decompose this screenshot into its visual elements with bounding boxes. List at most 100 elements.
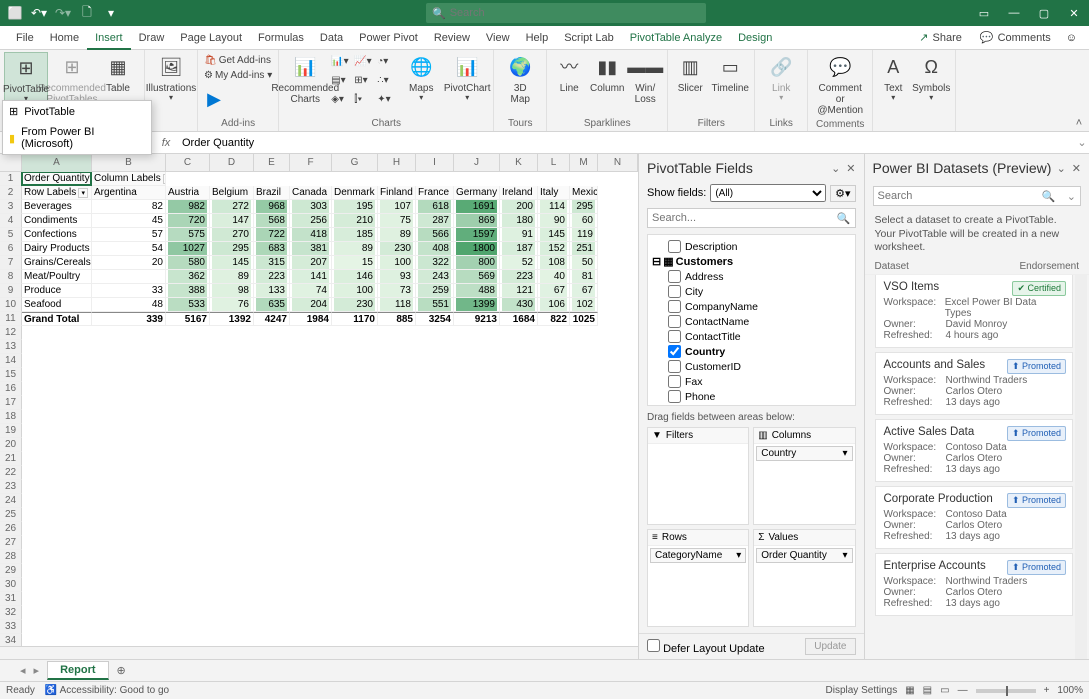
zoom-slider[interactable]: [976, 689, 1036, 693]
zoom-in[interactable]: +: [1044, 685, 1050, 696]
ptf-search-input[interactable]: [652, 212, 811, 224]
dataset-card[interactable]: VSO Items ✔ Certified Workspace:Excel Po…: [875, 275, 1074, 348]
cell[interactable]: 683: [254, 242, 290, 256]
cell[interactable]: 1684: [500, 312, 538, 326]
cell[interactable]: 295: [570, 200, 598, 214]
row-header-9[interactable]: 9: [0, 284, 22, 298]
cell[interactable]: 272: [210, 200, 254, 214]
cell[interactable]: 121: [500, 284, 538, 298]
sparkline-winloss[interactable]: ▬▬Win/ Loss: [627, 52, 663, 107]
field-fax[interactable]: [668, 375, 681, 388]
cell[interactable]: 15: [332, 256, 378, 270]
cell[interactable]: Canada: [290, 186, 332, 200]
cell[interactable]: 33: [92, 284, 166, 298]
field-contacttitle[interactable]: [668, 330, 681, 343]
cell[interactable]: 1597: [454, 228, 500, 242]
cell[interactable]: 569: [454, 270, 500, 284]
tab-home[interactable]: Home: [42, 26, 87, 50]
chart-pie[interactable]: ◔▾: [375, 52, 397, 70]
chart-scatter[interactable]: ∴▾: [375, 71, 397, 89]
row-header-34[interactable]: 34: [0, 634, 22, 648]
chart-line[interactable]: 📈▾: [352, 52, 374, 70]
cell[interactable]: Finland: [378, 186, 416, 200]
col-header-C[interactable]: C: [166, 154, 210, 172]
cell[interactable]: 89: [210, 270, 254, 284]
col-header-I[interactable]: I: [416, 154, 454, 172]
cell[interactable]: 119: [570, 228, 598, 242]
tab-script[interactable]: Script Lab: [556, 26, 622, 50]
illustrations-button[interactable]: 🖼Illustrations▾: [149, 52, 193, 105]
cell[interactable]: Condiments: [22, 214, 92, 228]
new-file-button[interactable]: 🗋: [76, 2, 98, 24]
cell[interactable]: 315: [254, 256, 290, 270]
cell[interactable]: 75: [378, 214, 416, 228]
cell[interactable]: Column Labels▾: [92, 172, 166, 186]
cell[interactable]: 82: [92, 200, 166, 214]
tab-layout[interactable]: Page Layout: [172, 26, 250, 50]
col-header-E[interactable]: E: [254, 154, 290, 172]
cell[interactable]: 243: [416, 270, 454, 284]
col-header-N[interactable]: N: [598, 154, 638, 172]
maps-button[interactable]: 🌐Maps▾: [399, 52, 443, 105]
formula-expand[interactable]: ⌄: [1075, 136, 1089, 149]
cell[interactable]: 533: [166, 298, 210, 312]
cell[interactable]: 230: [332, 298, 378, 312]
cell[interactable]: 1027: [166, 242, 210, 256]
row-header-17[interactable]: 17: [0, 396, 22, 410]
row-header-1[interactable]: 1: [0, 172, 22, 186]
cell[interactable]: Grains/Cereals: [22, 256, 92, 270]
cell[interactable]: Argentina: [92, 186, 166, 200]
col-header-H[interactable]: H: [378, 154, 416, 172]
row-header-14[interactable]: 14: [0, 354, 22, 368]
col-header-J[interactable]: J: [454, 154, 500, 172]
cell[interactable]: 968: [254, 200, 290, 214]
cell[interactable]: 287: [416, 214, 454, 228]
row-header-29[interactable]: 29: [0, 564, 22, 578]
row-header-26[interactable]: 26: [0, 522, 22, 536]
cell[interactable]: 381: [290, 242, 332, 256]
chart-hier[interactable]: ▤▾: [329, 71, 351, 89]
cell[interactable]: 362: [166, 270, 210, 284]
cell[interactable]: Grand Total: [22, 312, 92, 326]
cell[interactable]: 488: [454, 284, 500, 298]
row-header-18[interactable]: 18: [0, 410, 22, 424]
cell[interactable]: 207: [290, 256, 332, 270]
cell[interactable]: 1800: [454, 242, 500, 256]
collapse-icon[interactable]: ⊟: [652, 255, 661, 268]
row-header-22[interactable]: 22: [0, 466, 22, 480]
cell[interactable]: 152: [538, 242, 570, 256]
row-header-19[interactable]: 19: [0, 424, 22, 438]
cell[interactable]: 822: [538, 312, 570, 326]
chevron-down-icon2[interactable]: ⌄: [1057, 162, 1066, 175]
cell[interactable]: 1025: [570, 312, 598, 326]
cell[interactable]: 339: [92, 312, 166, 326]
cell[interactable]: Belgium: [210, 186, 254, 200]
cell[interactable]: 146: [332, 270, 378, 284]
cell[interactable]: Italy: [538, 186, 570, 200]
tab-design[interactable]: Design: [730, 26, 780, 50]
cell[interactable]: 580: [166, 256, 210, 270]
cell[interactable]: 251: [570, 242, 598, 256]
row-header-33[interactable]: 33: [0, 620, 22, 634]
row-header-13[interactable]: 13: [0, 340, 22, 354]
cell[interactable]: Denmark: [332, 186, 378, 200]
cell[interactable]: 885: [378, 312, 416, 326]
tab-insert[interactable]: Insert: [87, 26, 131, 50]
row-header-3[interactable]: 3: [0, 200, 22, 214]
sparkline-line[interactable]: 〰Line: [551, 52, 587, 96]
cell[interactable]: 145: [210, 256, 254, 270]
row-header-5[interactable]: 5: [0, 228, 22, 242]
sheet-nav-prev[interactable]: ◂: [20, 664, 26, 677]
row-header-24[interactable]: 24: [0, 494, 22, 508]
row-header-12[interactable]: 12: [0, 326, 22, 340]
formula-input[interactable]: Order Quantity: [178, 137, 1075, 149]
view-layout[interactable]: ▤: [923, 685, 932, 696]
cell[interactable]: 618: [416, 200, 454, 214]
qat-more[interactable]: ▾: [100, 2, 122, 24]
cell[interactable]: 100: [332, 284, 378, 298]
cell[interactable]: 1399: [454, 298, 500, 312]
cell[interactable]: 259: [416, 284, 454, 298]
cell[interactable]: 180: [500, 214, 538, 228]
slicer-button[interactable]: ▥Slicer: [672, 52, 708, 96]
text-button[interactable]: AText▾: [877, 52, 909, 105]
